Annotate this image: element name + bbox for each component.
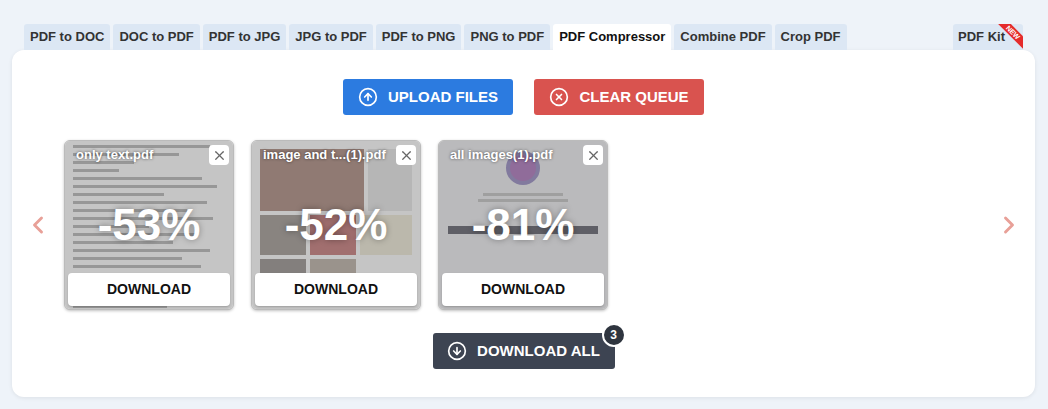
file-name: image and t...(1).pdf (263, 147, 386, 163)
tab[interactable]: PDF to PNG (376, 24, 462, 50)
clear-queue-button[interactable]: CLEAR QUEUE (534, 79, 704, 115)
previous-button[interactable] (24, 208, 52, 242)
chevron-right-icon (995, 208, 1023, 242)
tab[interactable]: JPG to PDF (289, 24, 373, 50)
remove-button[interactable] (209, 145, 229, 165)
close-icon (586, 148, 601, 163)
reduction-percent: -52% (252, 201, 420, 249)
compressor-panel: UPLOAD FILES CLEAR QUEUE only text.pdf -53%… (12, 50, 1035, 397)
close-icon (212, 148, 227, 163)
tab[interactable]: PDF KitNEW (953, 24, 1023, 50)
file-name: only text.pdf (76, 147, 153, 163)
reduction-percent: -53% (65, 201, 233, 249)
download-button[interactable]: DOWNLOAD (255, 273, 417, 306)
count-badge: 3 (602, 323, 626, 347)
tab[interactable]: PNG to PDF (464, 24, 550, 50)
tab[interactable]: PDF to JPG (203, 24, 287, 50)
clear-icon (549, 87, 569, 107)
tab[interactable]: Combine PDF (674, 24, 771, 50)
file-card: image and t...(1).pdf -52% DOWNLOAD (251, 140, 421, 310)
close-icon (399, 148, 414, 163)
action-row: UPLOAD FILES CLEAR QUEUE (343, 79, 704, 115)
upload-button[interactable]: UPLOAD FILES (343, 79, 513, 115)
reduction-percent: -81% (439, 201, 607, 249)
download-icon (447, 341, 467, 361)
file-card: all images(1).pdf -81% DOWNLOAD (438, 140, 608, 310)
chevron-left-icon (24, 208, 52, 242)
file-name: all images(1).pdf (450, 147, 553, 163)
file-card: only text.pdf -53% DOWNLOAD (64, 140, 234, 310)
remove-button[interactable] (583, 145, 603, 165)
remove-button[interactable] (396, 145, 416, 165)
download-all-button[interactable]: DOWNLOAD ALL (433, 333, 615, 369)
tab[interactable]: PDF to DOC (24, 24, 110, 50)
next-button[interactable] (995, 208, 1023, 242)
tab[interactable]: Crop PDF (775, 24, 847, 50)
tab[interactable]: DOC to PDF (113, 24, 199, 50)
new-ribbon: NEW (994, 24, 1023, 50)
upload-icon (358, 87, 378, 107)
download-button[interactable]: DOWNLOAD (442, 273, 604, 306)
tab-bar: PDF to DOCDOC to PDFPDF to JPGJPG to PDF… (12, 24, 1035, 50)
file-queue: only text.pdf-53%DOWNLOADimage and t...(… (12, 140, 1035, 310)
tab[interactable]: PDF Compressor (553, 24, 671, 50)
page: PDF to DOCDOC to PDFPDF to JPGJPG to PDF… (0, 0, 1048, 409)
download-button[interactable]: DOWNLOAD (68, 273, 230, 306)
